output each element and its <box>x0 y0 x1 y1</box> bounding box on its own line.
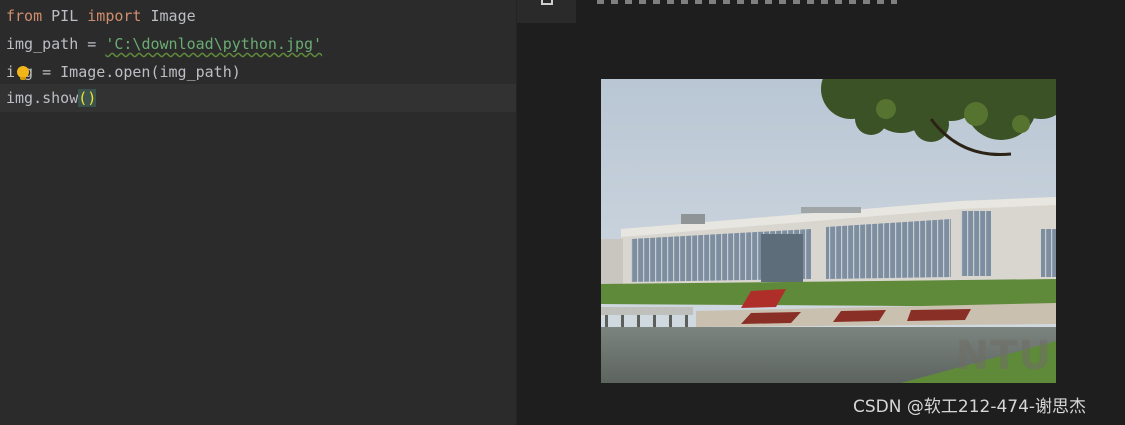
code-text-rest: g = Image.open(img_path) <box>24 63 241 81</box>
image-preview-panel: NTU CSDN @软工212-474-谢思杰 <box>517 0 1125 425</box>
keyword-import: import <box>87 7 142 25</box>
photo-watermark: NTU <box>955 333 1052 379</box>
code-editor[interactable]: from PIL import Image img_path = 'C:\dow… <box>0 0 517 425</box>
imported-name: Image <box>141 7 196 25</box>
call-text: img.show <box>6 89 79 107</box>
cropped-title-strip <box>597 0 897 4</box>
path-string: 'C:\download\python.jpg' <box>105 35 323 53</box>
intention-bulb-icon[interactable] <box>17 66 29 80</box>
code-line-2[interactable]: img_path = 'C:\download\python.jpg' <box>0 30 516 58</box>
code-line-3[interactable]: i g = Image.open(img_path) <box>0 58 516 86</box>
preview-tab[interactable] <box>517 0 576 23</box>
matched-parentheses: () <box>78 89 97 107</box>
code-line-1[interactable]: from PIL import Image <box>0 2 516 30</box>
code-text-start: i <box>6 63 16 81</box>
assignment-prefix: img_path = <box>6 35 106 53</box>
csdn-watermark: CSDN @软工212-474-谢思杰 <box>853 397 1087 417</box>
module-name: PIL <box>42 7 88 25</box>
displayed-photo: NTU <box>601 79 1056 383</box>
keyword-from: from <box>6 7 43 25</box>
tab-icon <box>541 0 553 5</box>
code-line-4[interactable]: img.show() <box>0 84 516 112</box>
